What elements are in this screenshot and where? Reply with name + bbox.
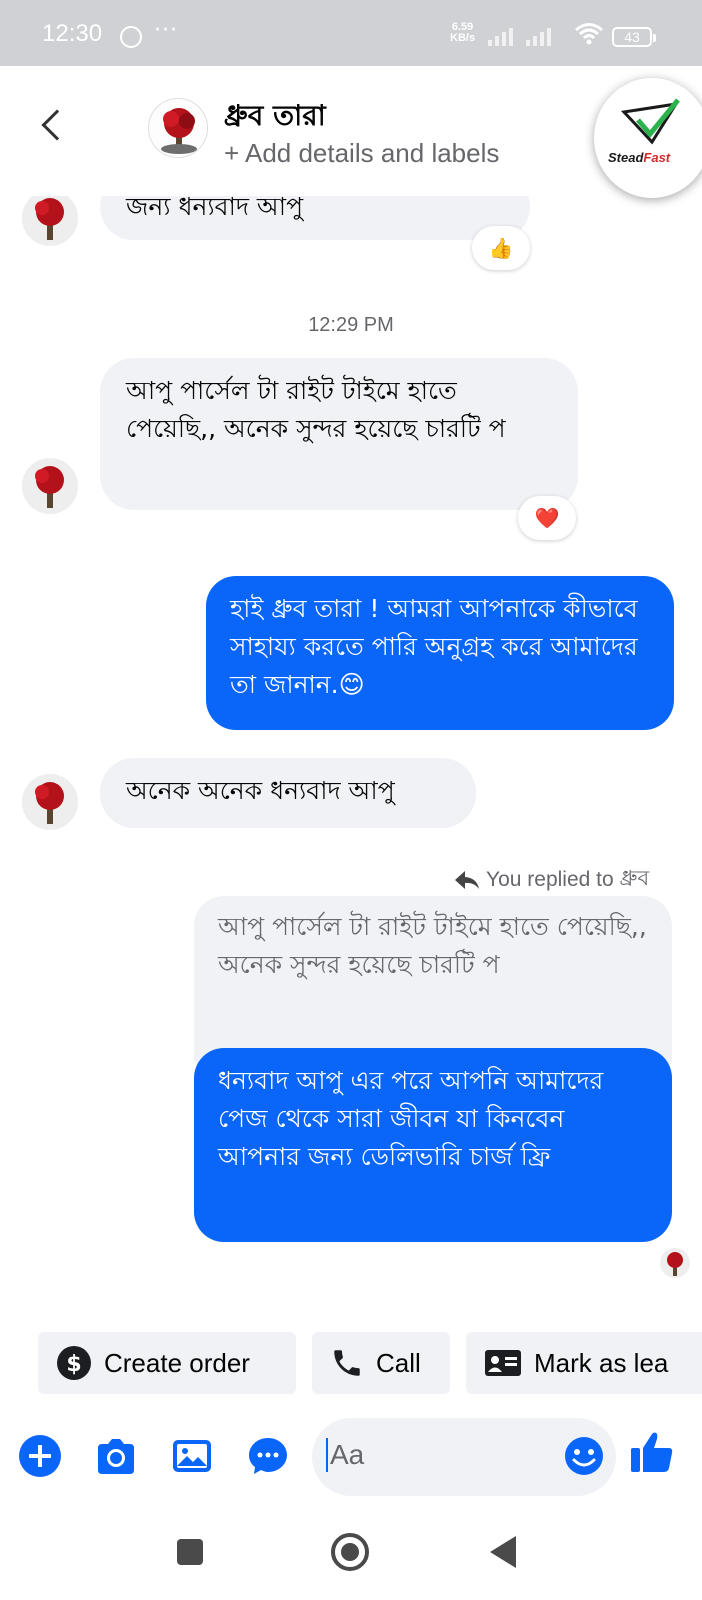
back-icon — [41, 109, 73, 141]
call-label: Call — [376, 1347, 421, 1378]
mark-as-lead-label: Mark as lea — [534, 1347, 669, 1378]
reply-label: You replied to — [486, 867, 614, 891]
contact-avatar[interactable] — [148, 98, 208, 158]
chat-bubble-icon[interactable] — [246, 1434, 290, 1478]
messenger-icon — [120, 26, 142, 48]
incoming-message[interactable]: জন্য ধন্যবাদ আপু — [100, 196, 530, 240]
network-speed: 6.59 KB/s — [450, 22, 475, 44]
smiley-icon[interactable] — [562, 1434, 606, 1478]
sender-avatar[interactable] — [22, 196, 78, 246]
phone-icon — [334, 1350, 360, 1376]
reply-target-name: ধ্রুব — [619, 866, 650, 890]
heart-icon: ❤️ — [534, 506, 560, 530]
reply-indicator: You replied to ধ্রুব — [454, 862, 649, 897]
incoming-message[interactable]: অনেক অনেক ধন্যবাদ আপু — [100, 758, 476, 828]
chat-header: ধ্রুব তারা + Add details and labels Stea… — [0, 66, 702, 198]
create-order-label: Create order — [104, 1347, 250, 1378]
home-circle-icon[interactable] — [330, 1532, 370, 1572]
reaction-badge[interactable]: ❤️ — [518, 496, 576, 540]
more-notifications: ··· — [154, 18, 178, 43]
dollar-icon: $ — [57, 1346, 91, 1380]
id-card-icon — [485, 1350, 521, 1376]
back-button[interactable] — [30, 104, 80, 154]
signal-icon — [526, 26, 551, 46]
add-details-link[interactable]: + Add details and labels — [224, 138, 499, 169]
status-bar: 12:30 ··· 6.59 KB/s 43 — [0, 0, 702, 66]
brand-name: SteadFast — [608, 150, 671, 165]
back-triangle-icon[interactable] — [488, 1534, 518, 1570]
reaction-badge[interactable]: 👍 — [472, 226, 530, 270]
status-time: 12:30 — [42, 20, 103, 47]
thumbs-up-icon[interactable] — [628, 1428, 676, 1476]
call-button[interactable]: Call — [312, 1332, 450, 1394]
wifi-icon — [575, 23, 603, 45]
signal-icon — [488, 26, 513, 46]
gallery-icon[interactable] — [170, 1434, 214, 1478]
stop-square-icon[interactable] — [176, 1538, 204, 1566]
message-text: ধন্যবাদ আপু এর পরে আপনি আমাদের পেজ থেকে … — [218, 1066, 604, 1171]
incoming-message[interactable]: আপু পার্সেল টা রাইট টাইমে হাতে পেয়েছি,,… — [100, 358, 578, 510]
sender-avatar[interactable] — [22, 774, 78, 830]
system-nav-bar — [0, 1510, 702, 1600]
camera-icon[interactable] — [94, 1434, 138, 1478]
message-text: হাই ধ্রুব তারা ! আমরা আপনাকে কীভাবে সাহা… — [230, 594, 638, 699]
message-text: আপু পার্সেল টা রাইট টাইমে হাতে পেয়েছি,,… — [126, 376, 506, 443]
network-speed-unit: KB/s — [450, 32, 476, 44]
page-logo: SteadFast — [594, 78, 702, 198]
quoted-message[interactable]: আপু পার্সেল টা রাইট টাইমে হাতে পেয়েছি,,… — [194, 896, 672, 1066]
svg-text:$: $ — [66, 1352, 81, 1377]
seen-avatar — [660, 1248, 690, 1278]
outgoing-message[interactable]: হাই ধ্রুব তারা ! আমরা আপনাকে কীভাবে সাহা… — [206, 576, 674, 730]
quoted-text: আপু পার্সেল টা রাইট টাইমে হাতে পেয়েছি,,… — [218, 912, 647, 979]
message-input-placeholder: Aa — [326, 1438, 364, 1472]
sender-avatar[interactable] — [22, 458, 78, 514]
battery-icon: 43 — [612, 27, 656, 47]
outgoing-message[interactable]: ধন্যবাদ আপু এর পরে আপনি আমাদের পেজ থেকে … — [194, 1048, 672, 1242]
create-order-button[interactable]: $ Create order — [38, 1332, 296, 1394]
plus-icon[interactable] — [18, 1434, 62, 1478]
contact-name[interactable]: ধ্রুব তারা — [224, 94, 326, 141]
message-text: অনেক অনেক ধন্যবাদ আপু — [126, 776, 395, 805]
message-text: জন্য ধন্যবাদ আপু — [126, 196, 304, 221]
message-list[interactable]: জন্য ধন্যবাদ আপু 👍 12:29 PM আপু পার্সেল … — [0, 196, 702, 1326]
timestamp-separator: 12:29 PM — [308, 314, 394, 336]
composer-bar: Aa — [0, 1412, 702, 1502]
message-input[interactable]: Aa — [312, 1418, 616, 1496]
mark-as-lead-button[interactable]: Mark as lea — [466, 1332, 702, 1394]
thumbs-up-icon: 👍 — [488, 236, 514, 260]
reply-icon — [455, 870, 479, 889]
